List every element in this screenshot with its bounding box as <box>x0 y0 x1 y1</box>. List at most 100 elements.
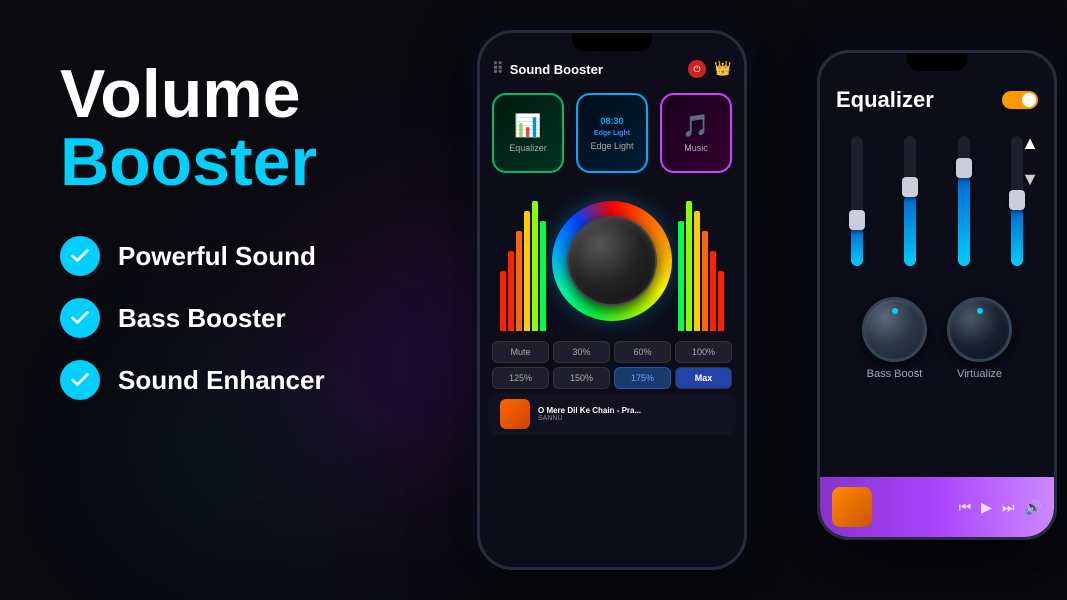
eq-slider-thumb-2[interactable] <box>902 177 918 197</box>
np-title: O Mere Dil Ke Chain - Pra... <box>538 406 724 415</box>
music-card-label: Music <box>684 143 708 153</box>
check-icon-3 <box>60 360 100 400</box>
p2-playback-controls: ⏮ ▶ ⏭ 🔊 <box>959 499 1042 516</box>
eq-slider-thumb-3[interactable] <box>956 158 972 178</box>
next-btn[interactable]: ⏭ <box>1002 499 1015 516</box>
phone2-bottom-strip: ⏮ ▶ ⏭ 🔊 <box>820 477 1054 537</box>
vol-btn-125[interactable]: 125% <box>492 367 549 389</box>
phones-container: ⠿ Sound Booster ⏻ 👑 📊 Equalizer 08:30 Ed… <box>447 0 1067 600</box>
phone1-notch <box>572 33 652 51</box>
eq-card-label: Equalizer <box>509 143 547 153</box>
bar-4 <box>524 211 530 331</box>
prev-btn[interactable]: ⏮ <box>959 499 972 516</box>
volume-knob[interactable] <box>552 201 672 321</box>
vol-btn-30[interactable]: 30% <box>553 341 610 363</box>
check-icon-1 <box>60 236 100 276</box>
rbar-5 <box>710 251 716 331</box>
rbar-4 <box>702 231 708 331</box>
rbar-1 <box>678 221 684 331</box>
phone2-equalizer: Equalizer <box>817 50 1057 540</box>
feature-list: Powerful Sound Bass Booster Sound Enhanc… <box>60 236 480 400</box>
title-booster: Booster <box>60 128 480 196</box>
rbar-3 <box>694 211 700 331</box>
left-section: Volume Booster Powerful Sound Bass Boost… <box>60 60 480 400</box>
sb-header-icons: ⏻ 👑 <box>688 60 732 78</box>
eq-toggle-dot <box>1022 93 1036 107</box>
bar-3 <box>516 231 522 331</box>
np-info: O Mere Dil Ke Chain - Pra... SANNU <box>538 406 724 422</box>
eq-slider-2[interactable] <box>904 136 916 266</box>
viz-bars-left <box>500 191 546 331</box>
vol-btn-mute[interactable]: Mute <box>492 341 549 363</box>
np-artist: SANNU <box>538 415 724 422</box>
vol-btn-175[interactable]: 175% <box>614 367 671 389</box>
eq-title: Equalizer <box>836 87 934 113</box>
feature-label-2: Bass Booster <box>118 303 286 334</box>
eq-slider-thumb-4[interactable] <box>1009 190 1025 210</box>
eq-slider-fill-3 <box>958 175 970 266</box>
bar-6 <box>540 221 546 331</box>
p2-thumb <box>832 487 872 527</box>
play-btn[interactable]: ▶ <box>981 499 992 516</box>
virtualize-label: Virtualize <box>957 368 1002 380</box>
bar-2 <box>508 251 514 331</box>
virt-knob-dot <box>977 308 983 314</box>
knob-inner <box>567 216 657 306</box>
vol-btn-60[interactable]: 60% <box>614 341 671 363</box>
vol-btn-100[interactable]: 100% <box>675 341 732 363</box>
bass-boost-label: Bass Boost <box>867 368 923 380</box>
eq-knobs-row: Bass Boost Virtualize <box>820 289 1054 388</box>
eq-slider-fill-1 <box>851 227 863 266</box>
music-card-icon: 🎵 <box>682 113 709 139</box>
edge-card-sublabel: Edge Light <box>594 130 630 137</box>
eq-arrow-up[interactable]: ▲ <box>1016 129 1044 157</box>
vol-btn-max[interactable]: Max <box>675 367 732 389</box>
sb-title: ⠿ Sound Booster <box>492 59 603 79</box>
knob-virtualize: Virtualize <box>947 297 1012 380</box>
vol-buttons-row1: Mute 30% 60% 100% <box>480 341 744 363</box>
viz-bars-right <box>678 191 724 331</box>
bar-1 <box>500 271 506 331</box>
feature-label-3: Sound Enhancer <box>118 365 325 396</box>
viz-area <box>480 181 744 341</box>
phone1-sound-booster: ⠿ Sound Booster ⏻ 👑 📊 Equalizer 08:30 Ed… <box>477 30 747 570</box>
knob-ring <box>552 201 672 321</box>
eq-card-icon: 📊 <box>514 113 541 139</box>
now-playing: O Mere Dil Ke Chain - Pra... SANNU <box>488 393 736 435</box>
crown-icon: 👑 <box>714 60 732 78</box>
rbar-6 <box>718 271 724 331</box>
virtualize-knob[interactable] <box>947 297 1012 362</box>
card-equalizer[interactable]: 📊 Equalizer <box>492 93 564 173</box>
cards-row: 📊 Equalizer 08:30 Edge Light Edge Light … <box>480 85 744 181</box>
vol-btn-150[interactable]: 150% <box>553 367 610 389</box>
sb-header: ⠿ Sound Booster ⏻ 👑 <box>480 51 744 85</box>
eq-arrows: ▲ ▼ <box>1016 129 1044 193</box>
check-icon-2 <box>60 298 100 338</box>
knob-bass-boost: Bass Boost <box>862 297 927 380</box>
eq-slider-thumb-1[interactable] <box>849 210 865 230</box>
np-thumbnail <box>500 399 530 429</box>
eq-slider-3[interactable] <box>958 136 970 266</box>
eq-header: Equalizer <box>820 71 1054 121</box>
card-music[interactable]: 🎵 Music <box>660 93 732 173</box>
bar-5 <box>532 201 538 331</box>
title-volume: Volume <box>60 60 480 128</box>
eq-slider-fill-2 <box>904 195 916 267</box>
feature-label-1: Powerful Sound <box>118 241 316 272</box>
eq-arrow-down[interactable]: ▼ <box>1016 165 1044 193</box>
sb-dots-icon: ⠿ <box>492 59 504 79</box>
edge-card-label: Edge Light <box>590 141 633 151</box>
card-edge-light[interactable]: 08:30 Edge Light Edge Light <box>576 93 648 173</box>
bass-knob-dot <box>892 308 898 314</box>
rbar-2 <box>686 201 692 331</box>
eq-slider-1[interactable] <box>851 136 863 266</box>
eq-toggle[interactable] <box>1002 91 1038 109</box>
feature-bass-booster: Bass Booster <box>60 298 480 338</box>
feature-sound-enhancer: Sound Enhancer <box>60 360 480 400</box>
edge-card-time: 08:30 <box>600 116 623 126</box>
phone2-notch <box>907 53 967 71</box>
feature-powerful-sound: Powerful Sound <box>60 236 480 276</box>
volume-btn[interactable]: 🔊 <box>1025 499 1042 516</box>
bass-boost-knob[interactable] <box>862 297 927 362</box>
power-icon[interactable]: ⏻ <box>688 60 706 78</box>
